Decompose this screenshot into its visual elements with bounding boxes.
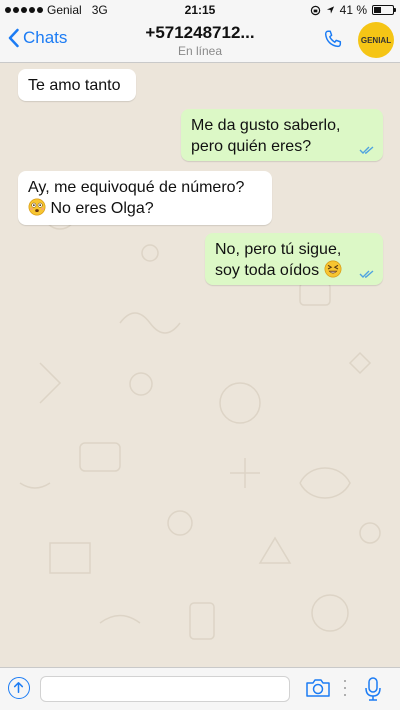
read-ticks-icon — [359, 146, 374, 154]
back-label: Chats — [23, 28, 68, 47]
message-line-with-emoji: soy toda oídos — [215, 260, 373, 281]
microphone-button[interactable] — [364, 676, 382, 707]
message-bubble-outgoing[interactable]: Me da gusto saberlo, pero quién eres? — [181, 109, 383, 161]
camera-button[interactable] — [305, 678, 331, 703]
message-text: soy toda oídos — [215, 262, 320, 279]
status-bar: Genial 3G 21:15 41 % — [0, 0, 400, 20]
message-text: pero quién eres? — [191, 138, 312, 155]
message-input[interactable] — [40, 676, 290, 702]
message-text: Me da gusto saberlo, — [191, 117, 341, 134]
flushed-face-icon — [28, 198, 46, 216]
back-button[interactable]: Chats — [8, 28, 67, 48]
message-bubble-incoming[interactable]: Ay, me equivoqué de número? No eres Olga… — [18, 171, 272, 225]
phone-icon — [324, 30, 342, 48]
camera-icon — [306, 679, 330, 697]
message-text: No, pero tú sigue, — [215, 241, 342, 258]
message-text: No eres Olga? — [50, 200, 154, 217]
chat-header: Chats +571248712... En línea GENIAL — [0, 20, 400, 63]
message-line-with-emoji: No eres Olga? — [28, 198, 262, 219]
laughing-face-icon — [324, 260, 341, 278]
input-divider — [344, 680, 346, 696]
chevron-left-icon — [8, 28, 19, 48]
contact-status: En línea — [177, 44, 223, 58]
microphone-icon — [365, 677, 381, 701]
message-bubble-incoming[interactable]: Te amo tanto — [18, 69, 136, 101]
battery-percentage: 41 % — [339, 3, 367, 17]
battery-icon — [372, 5, 396, 15]
message-input-bar — [0, 667, 400, 710]
message-text: Te amo tanto — [28, 77, 121, 94]
upload-button[interactable] — [8, 677, 30, 699]
upload-icon — [13, 681, 24, 694]
status-right: 41 % — [310, 3, 396, 17]
message-bubble-outgoing[interactable]: No, pero tú sigue, soy toda oídos — [205, 233, 383, 285]
contact-name[interactable]: +571248712... — [110, 23, 290, 43]
read-ticks-icon — [359, 270, 374, 278]
orientation-lock-icon — [310, 5, 320, 15]
location-arrow-icon — [326, 6, 334, 14]
call-button[interactable] — [322, 28, 344, 55]
whatsapp-chat-screen: Genial 3G 21:15 41 % Chats +571248712...… — [0, 0, 400, 710]
genial-logo: GENIAL — [358, 22, 394, 58]
message-text: Ay, me equivoqué de número? — [28, 179, 245, 196]
chat-area[interactable]: Te amo tanto Me da gusto saberlo, pero q… — [0, 63, 400, 667]
